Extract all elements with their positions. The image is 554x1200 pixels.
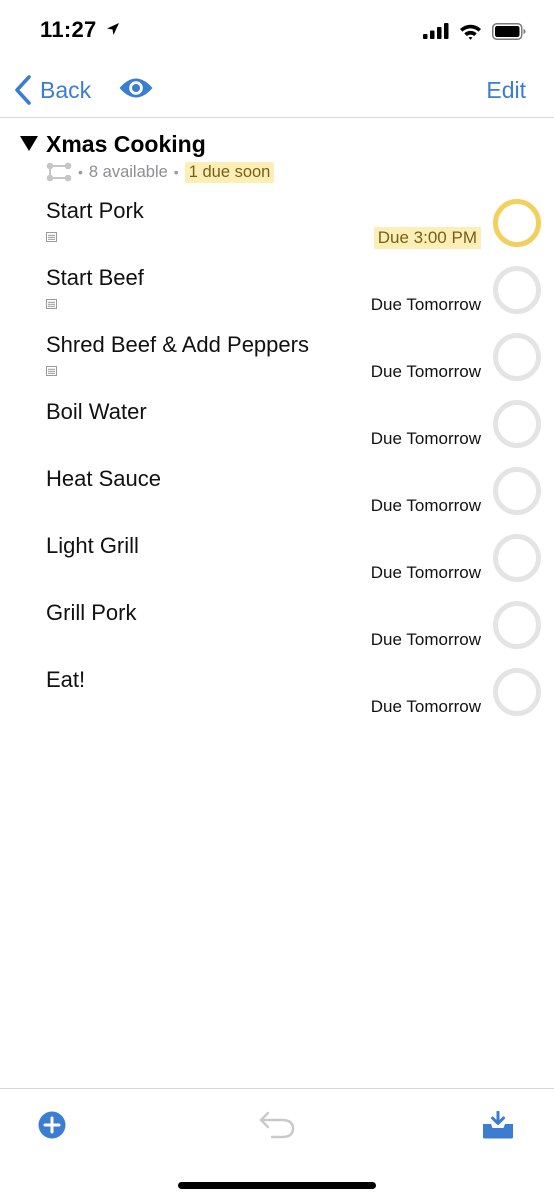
task-title: Start Pork	[46, 198, 144, 223]
location-arrow-icon	[106, 23, 119, 35]
task-complete-checkbox[interactable]	[493, 534, 541, 582]
disclosure-triangle-icon[interactable]	[20, 136, 38, 152]
edit-button[interactable]: Edit	[486, 77, 526, 104]
task-title: Boil Water	[46, 399, 147, 424]
status-time: 11:27	[40, 17, 120, 43]
task-title: Eat!	[46, 667, 86, 692]
task-due-date: Due Tomorrow	[370, 295, 481, 314]
task-due-date: Due Tomorrow	[370, 563, 481, 582]
home-indicator[interactable]	[178, 1182, 376, 1189]
add-button[interactable]	[38, 1111, 66, 1144]
eye-icon	[119, 78, 153, 98]
cellular-signal-icon	[423, 23, 449, 39]
task-due-date: Due Tomorrow	[370, 630, 481, 649]
task-complete-checkbox[interactable]	[493, 199, 541, 247]
inbox-button[interactable]	[482, 1110, 514, 1144]
task-due-date: Due Tomorrow	[370, 697, 481, 716]
back-label: Back	[40, 76, 92, 103]
task-complete-checkbox[interactable]	[493, 400, 541, 448]
available-count: 8 available	[88, 162, 168, 181]
task-row[interactable]: Boil Water Due Tomorrow	[0, 391, 554, 458]
task-complete-checkbox[interactable]	[493, 467, 541, 515]
task-row[interactable]: Start Beef Due Tomorrow	[0, 257, 554, 324]
project-sequence-icon	[46, 162, 72, 182]
undo-icon	[259, 1111, 295, 1139]
note-icon	[46, 232, 57, 242]
task-list: Start Pork Due 3:00 PM Start Beef Due To…	[0, 190, 554, 726]
back-button[interactable]: Back	[14, 74, 91, 106]
status-indicators	[423, 20, 526, 42]
task-row[interactable]: Eat! Due Tomorrow	[0, 659, 554, 726]
task-complete-checkbox[interactable]	[493, 266, 541, 314]
task-due-date: Due Tomorrow	[370, 496, 481, 515]
task-title: Heat Sauce	[46, 466, 161, 491]
due-soon-badge: 1 due soon	[184, 161, 275, 183]
view-options-button[interactable]	[118, 76, 154, 105]
note-icon	[46, 366, 57, 376]
navigation-bar: Back Edit	[0, 60, 554, 118]
project-title: Xmas Cooking	[46, 131, 206, 157]
project-meta: • 8 available • 1 due soon	[46, 161, 275, 183]
meta-separator: •	[173, 164, 179, 180]
task-complete-checkbox[interactable]	[493, 601, 541, 649]
undo-button[interactable]	[258, 1109, 296, 1144]
task-title: Start Beef	[46, 265, 144, 290]
add-circle-icon	[38, 1111, 66, 1139]
task-title: Grill Pork	[46, 600, 137, 625]
task-row[interactable]: Start Pork Due 3:00 PM	[0, 190, 554, 257]
status-bar: 11:27	[0, 0, 554, 60]
task-row[interactable]: Light Grill Due Tomorrow	[0, 525, 554, 592]
task-due-date: Due Tomorrow	[370, 429, 481, 448]
task-row[interactable]: Heat Sauce Due Tomorrow	[0, 458, 554, 525]
task-title: Shred Beef & Add Peppers	[46, 332, 309, 357]
meta-separator: •	[78, 164, 83, 180]
task-complete-checkbox[interactable]	[493, 333, 541, 381]
note-icon	[46, 299, 57, 309]
task-complete-checkbox[interactable]	[493, 668, 541, 716]
task-due-date: Due 3:00 PM	[373, 227, 481, 249]
inbox-icon	[483, 1110, 513, 1139]
wifi-icon	[460, 24, 481, 40]
task-due-date: Due Tomorrow	[370, 362, 481, 381]
task-title: Light Grill	[46, 533, 139, 558]
status-time-text: 11:27	[40, 17, 97, 42]
chevron-left-icon	[15, 75, 31, 105]
task-row[interactable]: Grill Pork Due Tomorrow	[0, 592, 554, 659]
task-row[interactable]: Shred Beef & Add Peppers Due Tomorrow	[0, 324, 554, 391]
battery-icon	[492, 22, 526, 40]
